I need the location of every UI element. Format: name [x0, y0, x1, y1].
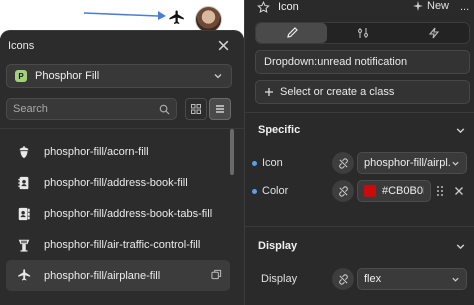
element-title: Icon	[278, 1, 299, 13]
list-icon	[216, 105, 224, 113]
address-book-tabs-icon	[16, 206, 32, 222]
new-button[interactable]: New	[413, 0, 449, 12]
close-icon[interactable]	[454, 186, 464, 196]
list-item[interactable]: phosphor-fill/address-book-tabs-fill	[6, 198, 230, 229]
property-label-display: Display	[261, 273, 298, 285]
sliders-icon	[357, 28, 368, 38]
unlink-button[interactable]	[332, 180, 354, 202]
list-item[interactable]: phosphor-fill/air-traffic-control-fill	[6, 229, 230, 260]
chevron-down-icon[interactable]	[455, 241, 466, 252]
unlink-icon	[338, 273, 348, 285]
acorn-icon	[16, 144, 32, 160]
icon-select-value: phosphor-fill/airpl...	[364, 157, 451, 169]
property-label-icon: Icon	[252, 157, 283, 169]
more-menu[interactable]: ...	[460, 1, 469, 13]
unlink-icon	[338, 157, 348, 169]
chevron-down-icon	[452, 277, 459, 282]
item-label: phosphor-fill/airplane-fill	[44, 269, 161, 282]
bolt-icon	[428, 27, 439, 39]
icon-prop-label: Icon	[262, 157, 283, 169]
class-selector-label: Select or create a class	[280, 86, 395, 98]
unlink-button[interactable]	[332, 152, 354, 174]
item-label: phosphor-fill/acorn-fill	[44, 145, 149, 158]
star-icon[interactable]	[257, 0, 270, 14]
airplane-icon[interactable]	[168, 9, 186, 27]
chevron-down-icon	[214, 74, 222, 79]
icon-select[interactable]: phosphor-fill/airpl...	[357, 152, 467, 174]
avatar[interactable]	[195, 6, 222, 33]
sparkle-icon	[413, 1, 423, 11]
scrollbar[interactable]	[230, 129, 234, 175]
library-badge: P	[15, 70, 27, 82]
divider	[245, 112, 474, 113]
divider	[245, 226, 474, 227]
airplane-icon	[16, 268, 32, 284]
chevron-down-icon	[452, 161, 459, 166]
color-field[interactable]: #CB0B0B	[357, 180, 431, 202]
address-book-icon	[16, 175, 32, 191]
search-input[interactable]	[13, 103, 159, 115]
list-view-button[interactable]	[209, 98, 231, 120]
unlink-icon	[338, 185, 348, 197]
drag-handle-icon[interactable]	[436, 185, 444, 197]
brush-icon	[286, 27, 298, 38]
section-title-specific: Specific	[258, 124, 301, 136]
panel-header: Icon	[257, 0, 299, 14]
list-item[interactable]: phosphor-fill/address-book-fill	[6, 167, 230, 198]
app-root: Icons P Phosphor Fill phosphor-fil	[0, 0, 474, 305]
grid-icon	[191, 104, 201, 114]
new-label: New	[427, 0, 450, 12]
copy-icon[interactable]	[211, 269, 222, 280]
panel-title: Icons	[8, 40, 35, 52]
divider	[0, 128, 244, 129]
item-label: phosphor-fill/air-traffic-control-fill	[44, 238, 201, 251]
panel-tabs	[255, 22, 470, 44]
list-item[interactable]: phosphor-fill/acorn-fill	[6, 136, 230, 167]
grid-view-button[interactable]	[185, 98, 207, 120]
list-item-selected[interactable]: phosphor-fill/airplane-fill	[6, 260, 230, 291]
modified-dot	[252, 188, 257, 194]
chevron-down-icon[interactable]	[455, 125, 466, 136]
display-select-value: flex	[364, 273, 382, 285]
color-value: #CB0B0B	[382, 185, 424, 197]
tab-settings[interactable]	[327, 23, 398, 43]
color-swatch[interactable]	[364, 185, 376, 197]
tab-style[interactable]	[256, 23, 327, 43]
class-selector[interactable]: Select or create a class	[255, 80, 470, 104]
modified-dot	[252, 160, 257, 166]
icon-list: phosphor-fill/acorn-fill phosphor-fill/a…	[6, 136, 230, 291]
unlink-button[interactable]	[332, 268, 354, 290]
property-label-color: Color	[252, 185, 288, 197]
color-prop-label: Color	[262, 185, 289, 197]
arrow-annotation	[84, 11, 166, 20]
library-select[interactable]: P Phosphor Fill	[6, 64, 232, 88]
search-icon	[159, 104, 170, 115]
search-box[interactable]	[6, 98, 177, 120]
library-name: Phosphor Fill	[35, 70, 100, 82]
icons-panel: Icons P Phosphor Fill phosphor-fil	[0, 30, 244, 305]
item-label: phosphor-fill/address-book-tabs-fill	[44, 207, 213, 220]
item-label: phosphor-fill/address-book-fill	[44, 176, 188, 189]
display-select[interactable]: flex	[357, 268, 467, 290]
tab-interactions[interactable]	[398, 23, 469, 43]
section-title-display: Display	[258, 240, 298, 252]
dropdown-context-bar[interactable]: Dropdown:unread notification	[255, 50, 470, 74]
air-traffic-control-icon	[16, 237, 32, 253]
close-icon[interactable]	[217, 39, 230, 52]
settings-panel: Icon New ... Dropdown:unread notificatio…	[244, 0, 474, 305]
plus-icon	[265, 88, 273, 96]
